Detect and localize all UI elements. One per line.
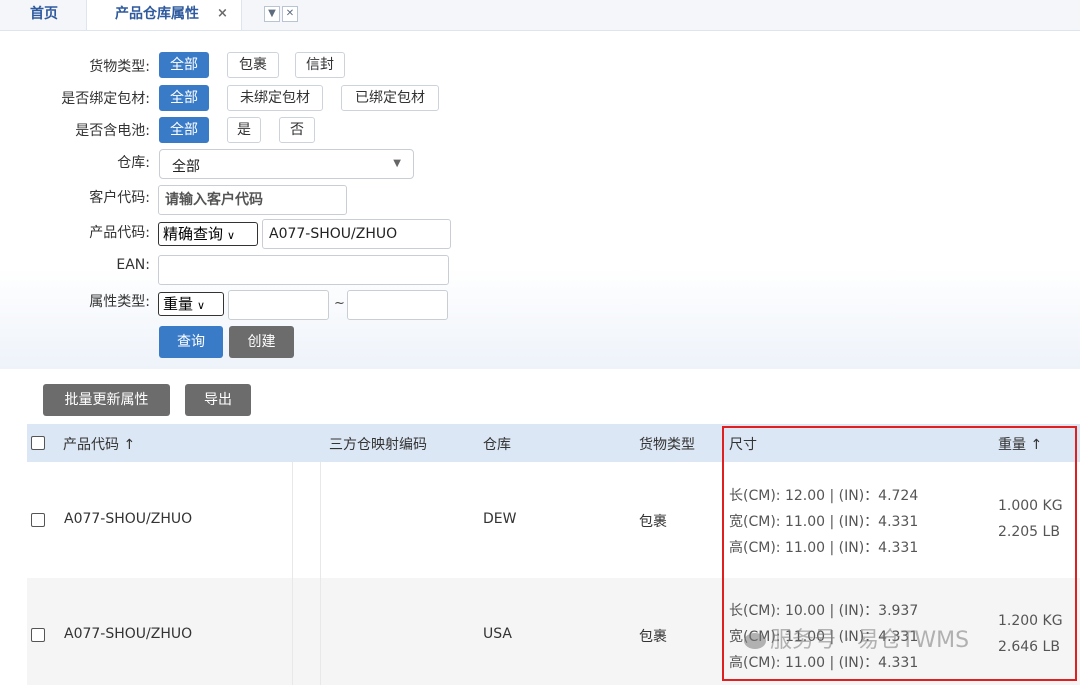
- close-all-icon[interactable]: ✕: [282, 6, 298, 22]
- bound-packaging-unbound[interactable]: 未绑定包材: [227, 85, 323, 111]
- query-button[interactable]: 查询: [159, 326, 223, 358]
- ean-label: EAN:: [116, 257, 150, 273]
- product-code-input[interactable]: A077-SHOU/ZHUO: [262, 219, 451, 249]
- tab-home[interactable]: 首页: [30, 0, 58, 30]
- header-cargo-type: 货物类型: [639, 437, 695, 453]
- cargo-type-all[interactable]: 全部: [159, 52, 209, 78]
- row-checkbox[interactable]: [31, 628, 45, 642]
- attr-type-select[interactable]: 重量 ∨: [158, 292, 224, 316]
- chevron-down-icon: ∨: [227, 229, 236, 242]
- cell-product-code: A077-SHOU/ZHUO: [64, 626, 193, 642]
- watermark-text: 服务号 · 易仓TWMS: [770, 628, 970, 653]
- customer-code-input[interactable]: 请输入客户代码: [158, 185, 347, 215]
- tab-label: 产品仓库属性: [115, 6, 199, 22]
- attr-min-input[interactable]: [228, 290, 329, 320]
- cell-product-code: A077-SHOU/ZHUO: [64, 511, 193, 527]
- has-battery-all[interactable]: 全部: [159, 117, 209, 143]
- attr-max-input[interactable]: [347, 290, 448, 320]
- cargo-type-parcel[interactable]: 包裹: [227, 52, 279, 78]
- chevron-down-icon: ∨: [197, 299, 206, 312]
- tab-product-warehouse-attrs[interactable]: 产品仓库属性 ×: [86, 0, 242, 30]
- cargo-type-label: 货物类型:: [89, 59, 150, 75]
- range-separator: ~: [334, 296, 345, 311]
- product-code-mode-value: 精确查询: [163, 225, 224, 243]
- product-code-label: 产品代码:: [89, 225, 150, 241]
- warehouse-selected-value: 全部: [172, 159, 200, 175]
- has-battery-yes[interactable]: 是: [227, 117, 261, 143]
- cell-warehouse: DEW: [483, 511, 517, 527]
- column-divider: [292, 578, 293, 685]
- bound-packaging-bound[interactable]: 已绑定包材: [341, 85, 439, 111]
- attr-type-label: 属性类型:: [89, 294, 150, 310]
- header-mapping-code: 三方仓映射编码: [329, 437, 427, 453]
- watermark: 服务号 · 易仓TWMS: [744, 622, 969, 654]
- chevron-down-icon: ▼: [393, 158, 401, 169]
- has-battery-no[interactable]: 否: [279, 117, 315, 143]
- customer-code-label: 客户代码:: [89, 190, 150, 206]
- cell-cargo-type: 包裹: [639, 629, 667, 645]
- cargo-type-envelope[interactable]: 信封: [295, 52, 345, 78]
- tab-bar: 首页 产品仓库属性 × ▼ ✕: [0, 0, 1080, 31]
- select-all-checkbox[interactable]: [31, 436, 45, 450]
- batch-update-button[interactable]: 批量更新属性: [43, 384, 170, 416]
- ean-input[interactable]: [158, 255, 449, 285]
- dropdown-icon[interactable]: ▼: [264, 6, 280, 22]
- column-divider: [320, 462, 321, 578]
- header-product-code[interactable]: 产品代码 ↑: [63, 434, 135, 454]
- attr-type-value: 重量: [163, 295, 194, 313]
- export-button[interactable]: 导出: [185, 384, 251, 416]
- product-code-mode-select[interactable]: 精确查询 ∨: [158, 222, 258, 246]
- warehouse-select[interactable]: 全部 ▼: [159, 149, 414, 179]
- column-divider: [320, 578, 321, 685]
- filter-panel: 货物类型: 全部 包裹 信封 是否绑定包材: 全部 未绑定包材 已绑定包材 是否…: [0, 31, 1080, 369]
- cell-cargo-type: 包裹: [639, 514, 667, 530]
- column-divider: [292, 462, 293, 578]
- wechat-icon: [744, 633, 766, 649]
- cell-warehouse: USA: [483, 626, 512, 642]
- bound-packaging-all[interactable]: 全部: [159, 85, 209, 111]
- row-checkbox[interactable]: [31, 513, 45, 527]
- bound-packaging-label: 是否绑定包材:: [61, 91, 150, 107]
- warehouse-label: 仓库:: [117, 155, 150, 171]
- header-warehouse: 仓库: [483, 437, 511, 453]
- create-button[interactable]: 创建: [229, 326, 294, 358]
- has-battery-label: 是否含电池:: [75, 123, 150, 139]
- close-icon[interactable]: ×: [217, 0, 228, 28]
